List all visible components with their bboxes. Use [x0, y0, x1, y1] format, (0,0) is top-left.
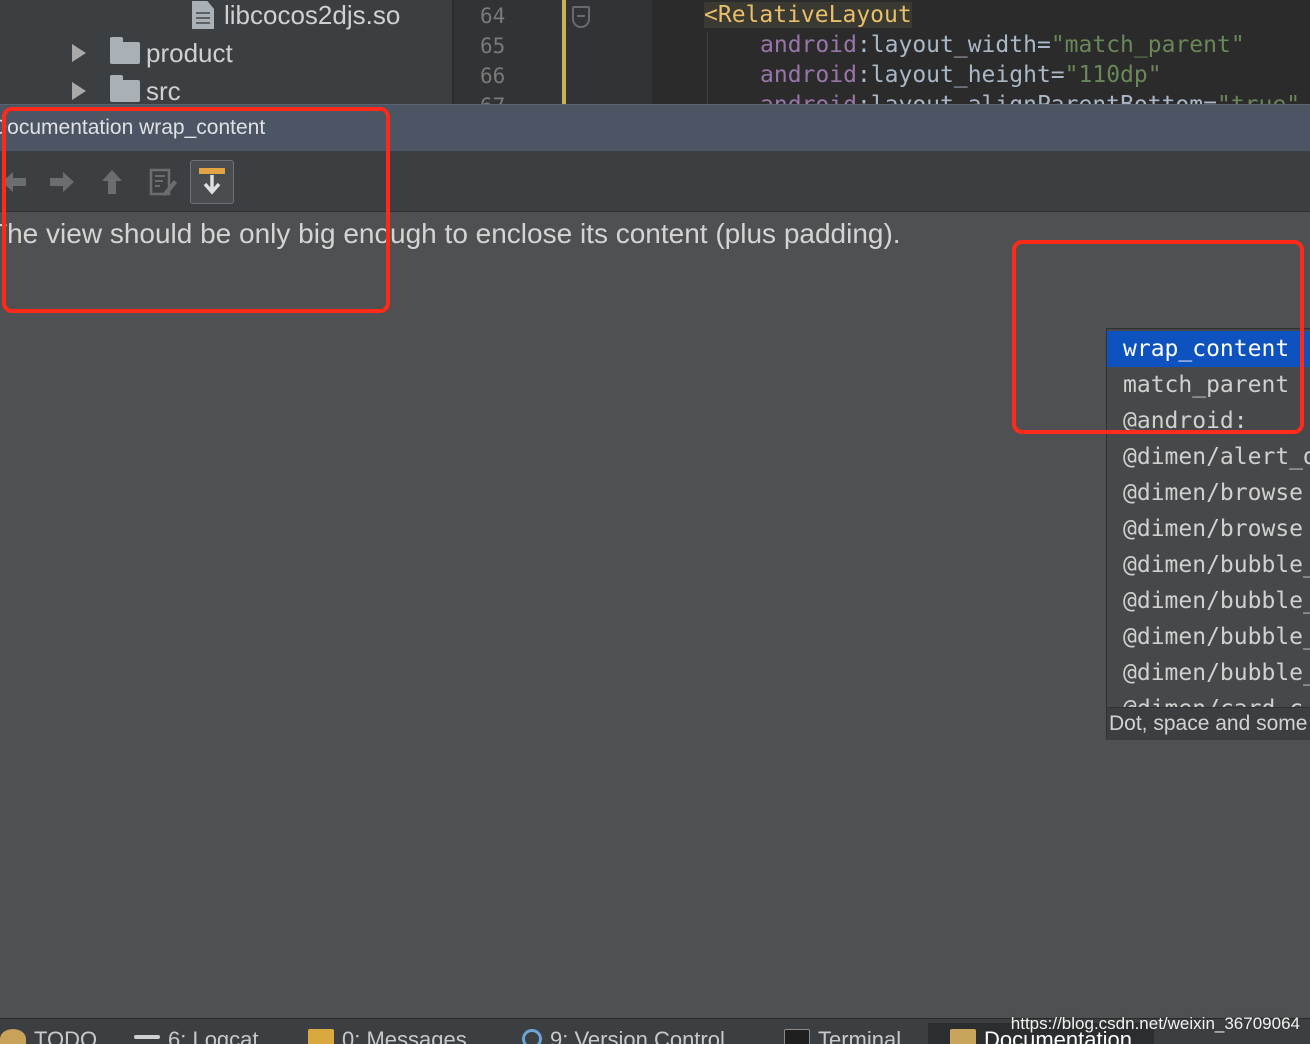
tree-item-product[interactable]: product: [72, 35, 233, 71]
todo-icon: [0, 1029, 26, 1044]
completion-item[interactable]: @dimen/bubble_: [1107, 583, 1310, 619]
tab-todo[interactable]: TODO: [0, 1027, 97, 1044]
tab-terminal[interactable]: Terminal: [784, 1027, 901, 1044]
completion-item-match-parent[interactable]: match_parent: [1107, 367, 1310, 403]
file-icon: [192, 1, 214, 29]
logcat-icon: [134, 1035, 160, 1039]
change-marker: [562, 0, 566, 104]
code-line: android:layout_width="match_parent": [760, 32, 1245, 58]
forward-icon: [50, 172, 74, 192]
back-icon: [2, 172, 26, 192]
line-number: 67: [480, 94, 505, 104]
auto-update-icon: [199, 168, 225, 195]
xml-attr-namespace: android: [760, 62, 857, 88]
messages-icon: [308, 1029, 334, 1044]
tree-item-label: libcocos2djs.so: [224, 0, 401, 30]
folder-icon: [110, 75, 140, 102]
auto-update-toggle[interactable]: [190, 160, 234, 204]
completion-item[interactable]: @dimen/bubble_: [1107, 547, 1310, 583]
tab-label: 6: Logcat: [168, 1027, 259, 1044]
fold-icon[interactable]: [572, 6, 590, 28]
terminal-icon: [784, 1029, 810, 1044]
xml-attr-namespace: android: [760, 32, 857, 58]
folder-icon: [110, 37, 140, 64]
code-line: android:layout_alignParentBottom="true": [760, 92, 1300, 104]
completion-popup: wrap_content match_parent @android: @dim…: [1106, 328, 1310, 740]
back-button[interactable]: [0, 160, 36, 204]
documentation-description: The view should be only big enough to en…: [0, 218, 901, 249]
documentation-title-bar[interactable]: Documentation wrap_content: [0, 104, 1310, 152]
top-area: libcocos2djs.so product src 64 65 66 67 …: [0, 0, 1310, 104]
line-number: 66: [480, 64, 506, 88]
up-button[interactable]: [90, 160, 134, 204]
tree-item-label: product: [146, 37, 233, 68]
completion-item[interactable]: @dimen/browse: [1107, 475, 1310, 511]
editor-gutter: 64 65 66 67: [452, 0, 652, 104]
tree-item-src[interactable]: src: [72, 73, 181, 104]
code-line: android:layout_height="110dp": [760, 62, 1162, 88]
completion-hint: Dot, space and some: [1107, 707, 1310, 740]
tab-label: TODO: [34, 1027, 98, 1044]
documentation-icon: [950, 1029, 976, 1044]
code-editor[interactable]: <RelativeLayout android:layout_width="ma…: [652, 0, 1310, 104]
line-number: 65: [480, 34, 506, 58]
completion-item[interactable]: @dimen/alert_d: [1107, 439, 1310, 475]
documentation-toolbar: [0, 152, 1310, 212]
edit-source-icon: [149, 168, 177, 196]
version-control-icon: [522, 1029, 542, 1044]
xml-tag: <RelativeLayout: [704, 2, 912, 28]
xml-attr-name: :layout_width=: [856, 32, 1051, 58]
completion-item-android[interactable]: @android:: [1107, 403, 1310, 439]
completion-item[interactable]: @dimen/bubble_: [1107, 655, 1310, 691]
tab-label: 9: Version Control: [550, 1027, 725, 1044]
completion-item[interactable]: @dimen/card_c: [1107, 691, 1310, 707]
completion-item[interactable]: @dimen/bubble_: [1107, 619, 1310, 655]
documentation-title: Documentation wrap_content: [0, 116, 266, 139]
tree-item-libcocos2djs[interactable]: libcocos2djs.so: [192, 0, 400, 33]
indent-guide: [707, 32, 708, 104]
tab-logcat[interactable]: 6: Logcat: [134, 1027, 259, 1044]
xml-attr-name: :layout_alignParentBottom=: [857, 92, 1217, 104]
forward-button[interactable]: [40, 160, 84, 204]
edit-source-button[interactable]: [140, 160, 184, 204]
xml-attr-namespace: android: [760, 92, 857, 104]
code-line: <RelativeLayout: [704, 2, 912, 28]
watermark: https://blog.csdn.net/weixin_36709064: [1010, 1014, 1300, 1033]
expand-arrow-icon[interactable]: [72, 82, 86, 100]
project-tree: libcocos2djs.so product src: [0, 0, 452, 104]
tab-label: Terminal: [818, 1027, 902, 1044]
xml-attr-name: :layout_height=: [856, 62, 1065, 88]
line-number: 64: [480, 4, 506, 28]
tree-item-label: src: [146, 75, 181, 105]
expand-arrow-icon[interactable]: [72, 44, 86, 62]
tab-version-control[interactable]: 9: Version Control: [522, 1027, 725, 1044]
completion-item[interactable]: @dimen/browse: [1107, 511, 1310, 547]
tab-messages[interactable]: 0: Messages: [308, 1027, 467, 1044]
xml-attr-value: "110dp": [1064, 62, 1162, 88]
completion-item-wrap-content[interactable]: wrap_content: [1107, 331, 1310, 367]
xml-attr-value: "true": [1217, 92, 1300, 104]
up-icon: [102, 170, 122, 194]
completion-list: wrap_content match_parent @android: @dim…: [1107, 331, 1310, 707]
tab-label: 0: Messages: [342, 1027, 467, 1044]
xml-attr-value: "match_parent": [1050, 32, 1245, 58]
